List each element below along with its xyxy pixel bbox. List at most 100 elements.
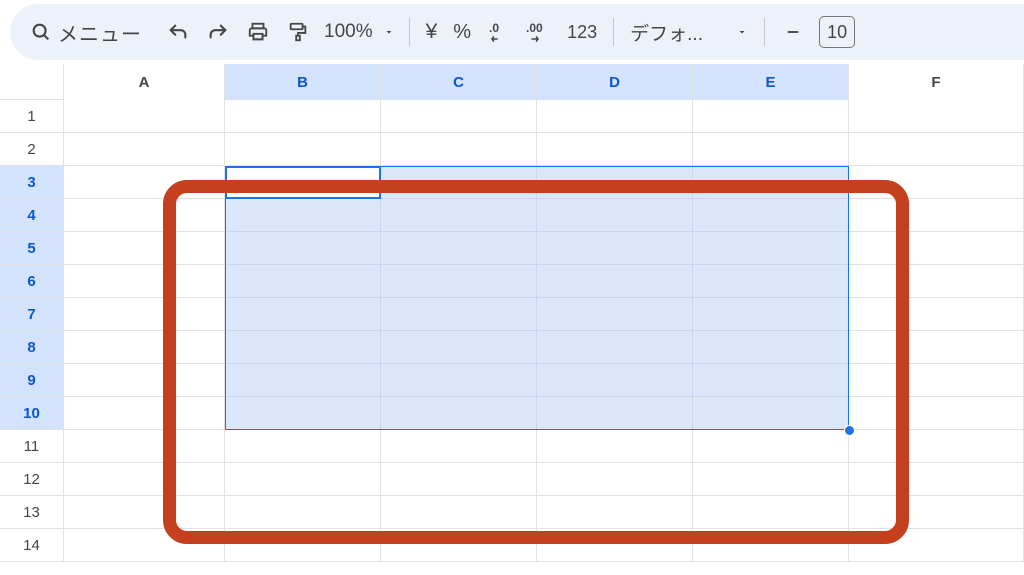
cell-b1[interactable]	[225, 100, 381, 133]
cell-b9[interactable]	[225, 364, 381, 397]
row-header-4[interactable]: 4	[0, 199, 63, 232]
cell-f2[interactable]	[849, 133, 1024, 166]
cell-a5[interactable]	[64, 232, 225, 265]
cell-e5[interactable]	[693, 232, 849, 265]
cell-a3[interactable]	[64, 166, 225, 199]
cell-c10[interactable]	[381, 397, 537, 430]
cell-b12[interactable]	[225, 463, 381, 496]
cell-b3[interactable]	[225, 166, 381, 199]
row-header-6[interactable]: 6	[0, 265, 63, 298]
cell-c8[interactable]	[381, 331, 537, 364]
select-all-corner[interactable]	[0, 64, 64, 100]
cell-c6[interactable]	[381, 265, 537, 298]
percent-button[interactable]: %	[447, 14, 477, 50]
cell-a4[interactable]	[64, 199, 225, 232]
cell-f4[interactable]	[849, 199, 1024, 232]
cell-a10[interactable]	[64, 397, 225, 430]
cell-a2[interactable]	[64, 133, 225, 166]
cell-a11[interactable]	[64, 430, 225, 463]
cell-d1[interactable]	[537, 100, 693, 133]
cell-a1[interactable]	[64, 100, 225, 133]
cell-b7[interactable]	[225, 298, 381, 331]
cell-c3[interactable]	[381, 166, 537, 199]
cell-b11[interactable]	[225, 430, 381, 463]
cell-a13[interactable]	[64, 496, 225, 529]
column-header-d[interactable]: D	[537, 64, 693, 100]
cell-e8[interactable]	[693, 331, 849, 364]
cell-b6[interactable]	[225, 265, 381, 298]
cell-c9[interactable]	[381, 364, 537, 397]
cell-b5[interactable]	[225, 232, 381, 265]
cell-f10[interactable]	[849, 397, 1024, 430]
cell-a8[interactable]	[64, 331, 225, 364]
column-header-f[interactable]: F	[849, 64, 1024, 100]
cell-b2[interactable]	[225, 133, 381, 166]
cell-b10[interactable]	[225, 397, 381, 430]
cell-a7[interactable]	[64, 298, 225, 331]
cell-e2[interactable]	[693, 133, 849, 166]
cell-d14[interactable]	[537, 529, 693, 562]
print-button[interactable]	[240, 14, 276, 50]
cell-c4[interactable]	[381, 199, 537, 232]
cell-b14[interactable]	[225, 529, 381, 562]
cell-f3[interactable]	[849, 166, 1024, 199]
row-header-12[interactable]: 12	[0, 463, 63, 496]
decrease-decimal-button[interactable]: .0	[481, 14, 517, 50]
cell-c1[interactable]	[381, 100, 537, 133]
cell-c5[interactable]	[381, 232, 537, 265]
cell-d12[interactable]	[537, 463, 693, 496]
cell-e11[interactable]	[693, 430, 849, 463]
cell-b8[interactable]	[225, 331, 381, 364]
cell-f12[interactable]	[849, 463, 1024, 496]
paint-format-button[interactable]	[280, 14, 316, 50]
number-format-button[interactable]: 123	[561, 14, 603, 50]
cell-e7[interactable]	[693, 298, 849, 331]
cell-f11[interactable]	[849, 430, 1024, 463]
row-header-3[interactable]: 3	[0, 166, 63, 199]
cell-d11[interactable]	[537, 430, 693, 463]
cell-a14[interactable]	[64, 529, 225, 562]
column-header-c[interactable]: C	[381, 64, 537, 100]
cell-f8[interactable]	[849, 331, 1024, 364]
cell-d8[interactable]	[537, 331, 693, 364]
cell-d13[interactable]	[537, 496, 693, 529]
cell-e14[interactable]	[693, 529, 849, 562]
cell-f6[interactable]	[849, 265, 1024, 298]
cell-d3[interactable]	[537, 166, 693, 199]
cell-e13[interactable]	[693, 496, 849, 529]
cell-e6[interactable]	[693, 265, 849, 298]
cell-f1[interactable]	[849, 100, 1024, 133]
cell-c7[interactable]	[381, 298, 537, 331]
cell-d10[interactable]	[537, 397, 693, 430]
cells-container[interactable]	[64, 100, 1024, 571]
font-family-dropdown[interactable]: デフォ...	[624, 19, 754, 46]
cell-a9[interactable]	[64, 364, 225, 397]
cell-e3[interactable]	[693, 166, 849, 199]
cell-c14[interactable]	[381, 529, 537, 562]
row-header-13[interactable]: 13	[0, 496, 63, 529]
row-header-9[interactable]: 9	[0, 364, 63, 397]
row-header-11[interactable]: 11	[0, 430, 63, 463]
cell-f14[interactable]	[849, 529, 1024, 562]
cell-c12[interactable]	[381, 463, 537, 496]
cell-d9[interactable]	[537, 364, 693, 397]
undo-button[interactable]	[160, 14, 196, 50]
cell-a6[interactable]	[64, 265, 225, 298]
cell-d4[interactable]	[537, 199, 693, 232]
row-header-8[interactable]: 8	[0, 331, 63, 364]
menu-search[interactable]: メニュー	[20, 12, 156, 52]
cell-e4[interactable]	[693, 199, 849, 232]
cell-b4[interactable]	[225, 199, 381, 232]
cell-e1[interactable]	[693, 100, 849, 133]
row-header-1[interactable]: 1	[0, 100, 63, 133]
cell-d5[interactable]	[537, 232, 693, 265]
cell-c2[interactable]	[381, 133, 537, 166]
cell-d7[interactable]	[537, 298, 693, 331]
cell-d2[interactable]	[537, 133, 693, 166]
currency-button[interactable]: ¥	[420, 14, 444, 50]
cell-d6[interactable]	[537, 265, 693, 298]
increase-decimal-button[interactable]: .00	[521, 14, 557, 50]
column-header-e[interactable]: E	[693, 64, 849, 100]
redo-button[interactable]	[200, 14, 236, 50]
cell-e12[interactable]	[693, 463, 849, 496]
